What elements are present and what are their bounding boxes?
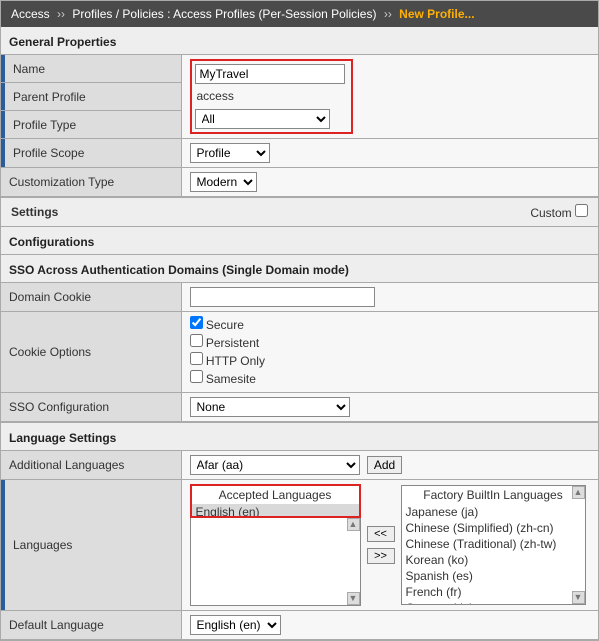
section-sso: SSO Across Authentication Domains (Singl… — [1, 254, 598, 282]
language-table: Additional Languages Afar (aa) Add Langu… — [1, 450, 598, 640]
breadcrumb: Access ›› Profiles / Policies : Access P… — [0, 0, 599, 27]
http-only-checkbox[interactable] — [190, 352, 203, 365]
settings-title: Settings — [11, 205, 58, 219]
label-additional-languages: Additional Languages — [1, 451, 181, 480]
persistent-checkbox[interactable] — [190, 334, 203, 347]
factory-language-item[interactable]: French (fr) — [402, 584, 585, 600]
section-language-settings: Language Settings — [1, 422, 598, 450]
accepted-language-item[interactable]: English (en) — [192, 504, 359, 516]
label-customization-type: Customization Type — [1, 168, 181, 197]
section-general-properties: General Properties — [1, 27, 598, 54]
name-input[interactable] — [195, 64, 345, 84]
factory-language-item[interactable]: Chinese (Simplified) (zh-cn) — [402, 520, 585, 536]
profile-scope-select[interactable]: Profile — [190, 143, 270, 163]
label-name: Name — [1, 55, 181, 83]
section-settings: Settings Custom — [1, 197, 598, 226]
crumb-current: New Profile... — [399, 7, 474, 21]
label-profile-scope: Profile Scope — [1, 139, 181, 168]
label-parent-profile: Parent Profile — [1, 83, 181, 111]
scroll-down-icon[interactable]: ▼ — [347, 592, 360, 605]
opt-http-only[interactable]: HTTP Only — [190, 352, 591, 370]
custom-toggle-wrap: Custom — [530, 204, 588, 220]
factory-languages-header: Factory BuiltIn Languages — [402, 486, 585, 504]
domain-cookie-input[interactable] — [190, 287, 375, 307]
scroll-down-icon[interactable]: ▼ — [572, 591, 585, 604]
accepted-languages-wrap: Accepted Languages English (en) ▲ ▼ — [190, 484, 361, 606]
crumb-sep: ›› — [57, 7, 65, 21]
custom-checkbox[interactable] — [575, 204, 588, 217]
parent-profile-value: access — [195, 89, 345, 103]
move-left-button[interactable]: << — [367, 526, 395, 542]
additional-languages-select[interactable]: Afar (aa) — [190, 455, 360, 475]
customization-type-select[interactable]: Modern — [190, 172, 257, 192]
factory-languages-list[interactable]: Factory BuiltIn Languages Japanese (ja) … — [401, 485, 586, 605]
scroll-up-icon[interactable]: ▲ — [347, 518, 360, 531]
highlight-name-type: access All — [190, 59, 353, 134]
accepted-languages-list[interactable]: ▲ ▼ — [190, 518, 361, 606]
sso-config-select[interactable]: None — [190, 397, 350, 417]
opt-samesite[interactable]: Samesite — [190, 370, 591, 388]
label-sso-config: SSO Configuration — [1, 393, 181, 422]
scroll-up-icon[interactable]: ▲ — [572, 486, 585, 499]
opt-persistent[interactable]: Persistent — [190, 334, 591, 352]
custom-label: Custom — [530, 206, 571, 220]
opt-secure[interactable]: Secure — [190, 316, 591, 334]
label-default-language: Default Language — [1, 611, 181, 640]
label-domain-cookie: Domain Cookie — [1, 283, 181, 312]
factory-language-item[interactable]: Spanish (es) — [402, 568, 585, 584]
secure-checkbox[interactable] — [190, 316, 203, 329]
section-configurations: Configurations — [1, 226, 598, 254]
label-languages: Languages — [1, 480, 181, 611]
add-language-button[interactable]: Add — [367, 456, 402, 474]
profile-type-select[interactable]: All — [195, 109, 330, 129]
label-cookie-options: Cookie Options — [1, 312, 181, 393]
general-properties-table: Name access All Parent Profile Profile T… — [1, 54, 598, 197]
label-profile-type: Profile Type — [1, 111, 181, 139]
default-language-select[interactable]: English (en) — [190, 615, 281, 635]
factory-language-item[interactable]: Japanese (ja) — [402, 504, 585, 520]
samesite-checkbox[interactable] — [190, 370, 203, 383]
content-panel: General Properties Name access All Paren… — [0, 27, 599, 641]
sso-table: Domain Cookie Cookie Options Secure Pers… — [1, 282, 598, 422]
crumb-sep: ›› — [384, 7, 392, 21]
factory-language-item[interactable]: German (de) — [402, 600, 585, 605]
move-right-button[interactable]: >> — [367, 548, 395, 564]
factory-language-item[interactable]: Chinese (Traditional) (zh-tw) — [402, 536, 585, 552]
crumb-access[interactable]: Access — [11, 7, 50, 21]
accepted-languages-header: Accepted Languages — [192, 486, 359, 504]
factory-language-item[interactable]: Korean (ko) — [402, 552, 585, 568]
crumb-profiles[interactable]: Profiles / Policies : Access Profiles (P… — [72, 7, 376, 21]
